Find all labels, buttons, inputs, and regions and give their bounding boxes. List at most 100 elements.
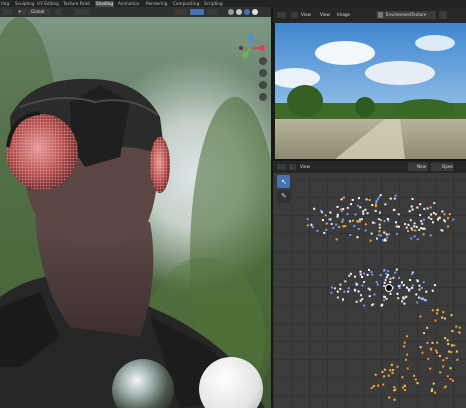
- splat-point: [370, 271, 373, 273]
- image-mode-icon[interactable]: [291, 12, 298, 18]
- splat-point: [383, 231, 386, 234]
- splat-point: [410, 273, 413, 276]
- splat-point: [418, 284, 421, 287]
- splat-point: [389, 292, 392, 295]
- splat-point: [458, 326, 461, 329]
- close-icon[interactable]: [439, 11, 447, 19]
- material-shading-icon[interactable]: [244, 9, 250, 15]
- splat-point: [354, 213, 357, 216]
- splat-point: [357, 228, 360, 230]
- splat-point: [411, 208, 414, 211]
- splat-point: [385, 276, 388, 279]
- splat-point: [362, 210, 365, 213]
- splat-point: [330, 223, 333, 225]
- splat-point: [446, 339, 449, 342]
- splat-point: [407, 229, 409, 232]
- perspective-grid-icon[interactable]: [259, 93, 267, 101]
- splat-point: [430, 218, 433, 220]
- splat-point: [423, 332, 425, 335]
- splat-point: [362, 212, 365, 215]
- splat-point: [414, 229, 417, 232]
- rendered-shading-icon[interactable]: [252, 9, 258, 15]
- splat-point: [401, 300, 403, 303]
- splat-point: [373, 293, 376, 296]
- splat-point: [431, 309, 434, 312]
- splat-point: [419, 297, 422, 299]
- menu-image[interactable]: Image: [337, 12, 350, 18]
- splat-point: [393, 398, 396, 401]
- shader-editor[interactable]: View New Open ↖ ✎: [273, 161, 466, 408]
- splat-point: [422, 298, 425, 301]
- splat-point: [411, 286, 414, 289]
- splat-point: [377, 384, 380, 387]
- splat-point: [444, 220, 447, 223]
- splat-point: [433, 202, 436, 205]
- splat-point: [436, 312, 438, 315]
- splat-point: [408, 210, 411, 213]
- pan-hand-icon[interactable]: [259, 69, 267, 77]
- splat-point: [372, 221, 374, 224]
- splat-point: [416, 206, 419, 209]
- splat-point: [418, 228, 421, 231]
- splat-point: [411, 229, 414, 231]
- wireframe-shading-icon[interactable]: [228, 9, 234, 15]
- splat-point: [436, 341, 439, 344]
- editor-type-button[interactable]: [3, 9, 12, 15]
- splat-point: [398, 287, 401, 289]
- splat-point: [359, 299, 362, 302]
- menu-view[interactable]: View: [300, 164, 310, 170]
- image-editor[interactable]: View View Image EnvironmentTexture: [273, 7, 466, 159]
- splat-point: [342, 218, 345, 221]
- camera-view-icon[interactable]: [259, 81, 267, 89]
- splat-point: [441, 210, 444, 213]
- pivot-icon[interactable]: ✛: [18, 9, 27, 15]
- splat-point: [450, 314, 453, 317]
- splat-point: [333, 287, 336, 290]
- splat-point: [450, 351, 453, 354]
- view-object-types-icon[interactable]: [175, 9, 187, 15]
- splat-point: [348, 274, 351, 277]
- splat-point: [377, 233, 380, 236]
- shader-type-icon[interactable]: [289, 164, 296, 170]
- splat-point: [349, 220, 352, 223]
- splat-point: [404, 389, 406, 391]
- splat-point: [389, 281, 392, 283]
- menu-view[interactable]: View: [301, 12, 311, 18]
- splat-point: [355, 300, 358, 303]
- splat-point: [340, 208, 343, 211]
- splat-point: [379, 234, 382, 237]
- solid-shading-icon[interactable]: [236, 9, 242, 15]
- splat-point: [396, 292, 399, 295]
- menu-view-2[interactable]: View: [320, 12, 330, 18]
- splat-point: [393, 197, 396, 200]
- splat-point: [329, 211, 332, 214]
- splat-point: [415, 293, 418, 296]
- splat-point: [393, 389, 396, 392]
- 3d-viewport[interactable]: ✛ Global: [0, 7, 271, 408]
- splat-point: [347, 290, 350, 293]
- splat-point: [395, 221, 397, 224]
- splat-point: [455, 350, 458, 353]
- splat-point: [419, 315, 422, 318]
- proportional-edit-icon[interactable]: [75, 9, 89, 15]
- splat-point: [387, 219, 390, 222]
- splat-point: [388, 396, 391, 399]
- gizmo-toggle-icon[interactable]: [190, 9, 204, 15]
- overlays-icon[interactable]: [207, 9, 217, 15]
- splat-point: [416, 382, 419, 385]
- editor-type-button[interactable]: [277, 164, 286, 170]
- editor-type-button[interactable]: [277, 12, 286, 18]
- splat-point: [434, 391, 437, 394]
- splat-point: [387, 270, 390, 273]
- splat-point: [436, 351, 438, 354]
- splat-point: [425, 290, 428, 293]
- snap-icon[interactable]: [55, 9, 61, 15]
- splat-point: [405, 286, 408, 289]
- splat-point: [364, 223, 367, 226]
- splat-point: [451, 379, 454, 382]
- zoom-icon[interactable]: [259, 57, 267, 65]
- splat-point: [379, 274, 382, 276]
- splat-point: [439, 371, 442, 374]
- splat-point: [375, 203, 377, 206]
- splat-point: [368, 199, 371, 202]
